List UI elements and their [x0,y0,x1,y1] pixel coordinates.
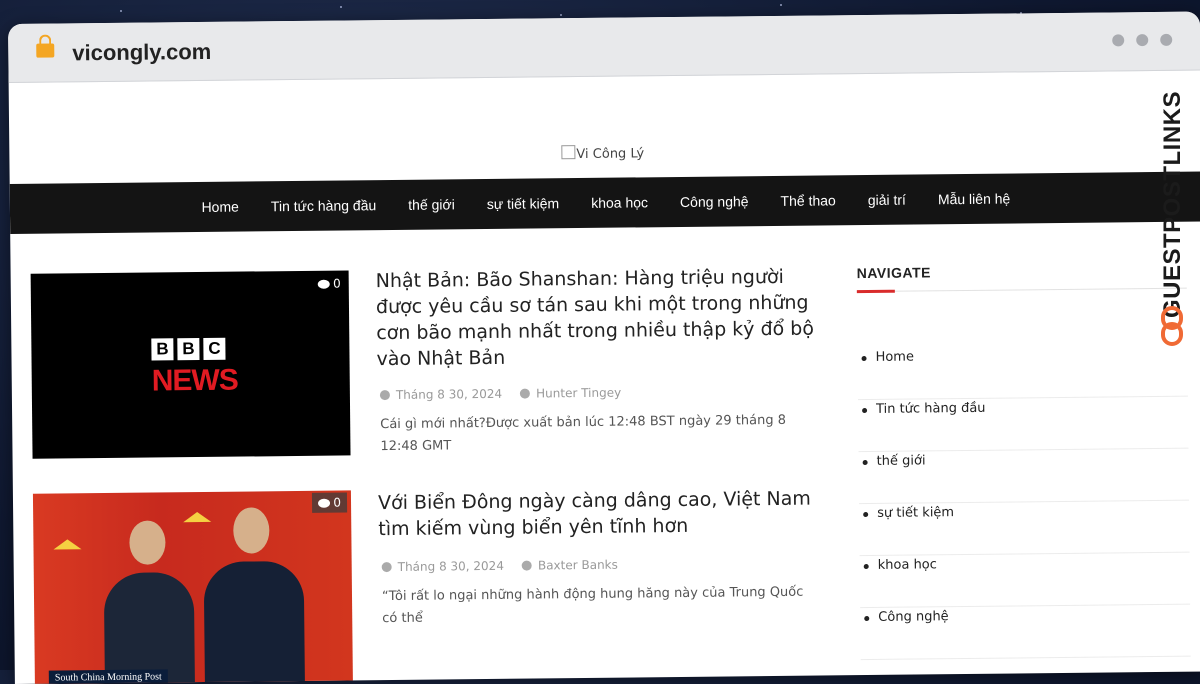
nav-item-contact[interactable]: Mẫu liên hệ [938,174,1011,225]
window-dot-icon[interactable] [1136,34,1149,47]
post-date[interactable]: Tháng 8 30, 2024 [379,387,502,402]
logo-alt-text: Vi Công Lý [576,146,645,163]
window-dot-icon[interactable] [1112,34,1125,47]
nav-item-entertainment[interactable]: giải trí [868,175,907,225]
sidebar: NAVIGATE Home Tin tức hàng đầu thế giới … [856,262,1191,661]
nav-item-sports[interactable]: Thể thao [780,175,836,226]
post-author[interactable]: Baxter Banks [521,558,618,573]
nav-item-technology[interactable]: Công nghệ [680,176,749,227]
post-card: South China Morning Post 0 Với Biển Đông… [32,485,833,684]
clock-icon [379,390,390,401]
browser-window: vicongly.com Vi Công Lý Home Tin tức hàn… [8,11,1200,684]
nav-item-science[interactable]: khoa học [591,177,648,228]
comment-count[interactable]: 0 [312,492,348,513]
user-icon [520,388,531,399]
post-excerpt: “Tôi rất lo ngại những hành động hung hă… [381,584,804,627]
post-thumbnail[interactable]: BBC NEWS 0 [30,270,351,459]
sidebar-title: NAVIGATE [856,264,932,282]
post-excerpt: Cái gì mới nhất?Được xuất bản lúc 12:48 … [380,412,787,455]
source-tag: South China Morning Post [48,669,168,684]
bbc-news-text: NEWS [151,363,238,398]
post-author[interactable]: Hunter Tingey [520,386,621,401]
address-bar[interactable]: vicongly.com [72,39,211,66]
broken-image-icon [561,145,576,160]
comment-icon [318,279,331,289]
chain-link-icon [1161,306,1183,346]
nav-item-world[interactable]: thế giới [408,179,455,229]
sidebar-item-technology[interactable]: Công nghệ [860,604,1191,661]
sidebar-item-home[interactable]: Home [857,344,1188,401]
sidebar-item-science[interactable]: khoa học [859,552,1191,609]
comment-count[interactable]: 0 [318,277,341,291]
bbc-logo: BBC [151,337,226,361]
nav-item-top-news[interactable]: Tin tức hàng đầu [271,180,377,231]
post-meta: Tháng 8 30, 2024 Baxter Banks [381,558,618,574]
watermark-text: GUESTPOSTLINKS [1159,90,1186,318]
sidebar-list: Home Tin tức hàng đầu thế giới sự tiết k… [857,344,1191,661]
post-thumbnail[interactable]: South China Morning Post 0 [32,490,353,684]
sidebar-item-top-news[interactable]: Tin tức hàng đầu [857,396,1189,453]
comment-icon [318,498,331,508]
nav-item-economy[interactable]: sự tiết kiệm [487,178,560,229]
post-meta: Tháng 8 30, 2024 Hunter Tingey [379,386,621,403]
site-logo[interactable]: Vi Công Lý [561,144,644,162]
nav-item-home[interactable]: Home [201,182,239,232]
lock-icon [36,43,55,58]
post-date[interactable]: Tháng 8 30, 2024 [381,559,504,574]
window-dot-icon[interactable] [1160,33,1173,46]
sidebar-item-economy[interactable]: sự tiết kiệm [859,500,1190,557]
user-icon [521,560,532,571]
sidebar-item-world[interactable]: thế giới [858,448,1190,505]
sidebar-divider [856,287,1187,293]
window-controls [1112,33,1173,47]
post-title[interactable]: Nhật Bản: Bão Shanshan: Hàng triệu người… [376,263,832,372]
post-title[interactable]: Với Biển Đông ngày càng dâng cao, Việt N… [378,485,834,542]
watermark: GUESTPOSTLINKS [1156,58,1190,358]
post-card: BBC NEWS 0 Nhật Bản: Bão Shanshan: Hàng … [30,265,831,459]
clock-icon [381,562,392,573]
